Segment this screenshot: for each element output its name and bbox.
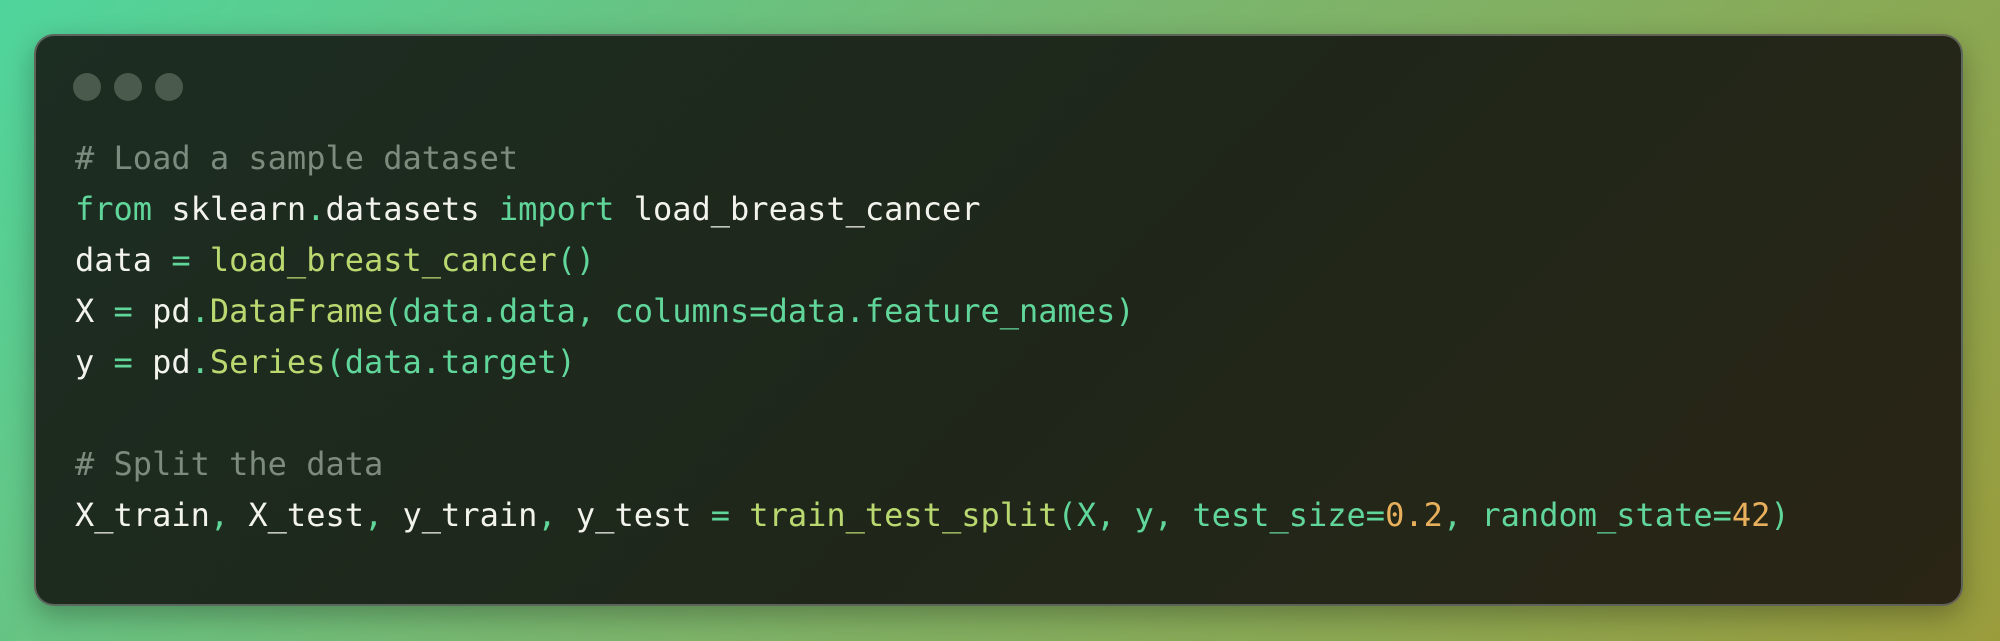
closing-paren: ) [1770, 496, 1790, 534]
variable: X [75, 292, 95, 330]
code-line-7: # Split the data [75, 439, 1790, 490]
keyword-import: import [498, 190, 615, 228]
function-call: Series [209, 343, 326, 381]
equals: = [113, 292, 133, 330]
dot: . [190, 292, 210, 330]
module-name: sklearn [171, 190, 307, 228]
code-line-8: X_train, X_test, y_train, y_test = train… [75, 490, 1790, 541]
code-line-5: y = pd.Series(data.target) [75, 337, 1790, 388]
equals: = [710, 496, 731, 534]
imported-name: load_breast_cancer [633, 190, 981, 228]
comment: # Split the data [75, 445, 384, 483]
parens: () [556, 241, 596, 279]
object-name: pd [152, 292, 191, 330]
variable: y_test [575, 496, 692, 534]
number-literal: 42 [1731, 496, 1771, 534]
comma: , [209, 496, 230, 534]
arguments: (data.data, columns=data.feature_names) [383, 292, 1135, 330]
variable: X_test [248, 496, 364, 534]
submodule-name: datasets [325, 190, 480, 228]
code-block: # Load a sample dataset from sklearn.data… [75, 133, 1790, 541]
keyword-from: from [75, 190, 153, 228]
arguments: , random_state= [1442, 496, 1732, 534]
code-line-1: # Load a sample dataset [75, 133, 1790, 184]
close-dot [73, 73, 101, 101]
function-call: train_test_split [749, 496, 1058, 534]
function-call: DataFrame [209, 292, 384, 330]
equals: = [113, 343, 133, 381]
object-name: pd [152, 343, 191, 381]
variable: X_train [75, 496, 210, 534]
comment: # Load a sample dataset [75, 139, 519, 177]
dot: . [306, 190, 326, 228]
arguments: (data.target) [325, 343, 576, 381]
variable: y [75, 343, 95, 381]
variable: data [75, 241, 153, 279]
comma: , [363, 496, 384, 534]
function-call: load_breast_cancer [209, 241, 557, 279]
comma: , [537, 496, 557, 534]
code-line-4: X = pd.DataFrame(data.data, columns=data… [75, 286, 1790, 337]
code-line-2: from sklearn.datasets import load_breast… [75, 184, 1790, 235]
minimize-dot [114, 73, 142, 101]
window-controls [73, 73, 183, 101]
equals: = [171, 241, 191, 279]
arguments: (X, y, test_size= [1057, 496, 1386, 534]
code-line-3: data = load_breast_cancer() [75, 235, 1790, 286]
zoom-dot [155, 73, 183, 101]
variable: y_train [402, 496, 538, 534]
dot: . [190, 343, 210, 381]
number-literal: 0.2 [1385, 496, 1443, 534]
code-window: # Load a sample dataset from sklearn.data… [34, 34, 1963, 606]
